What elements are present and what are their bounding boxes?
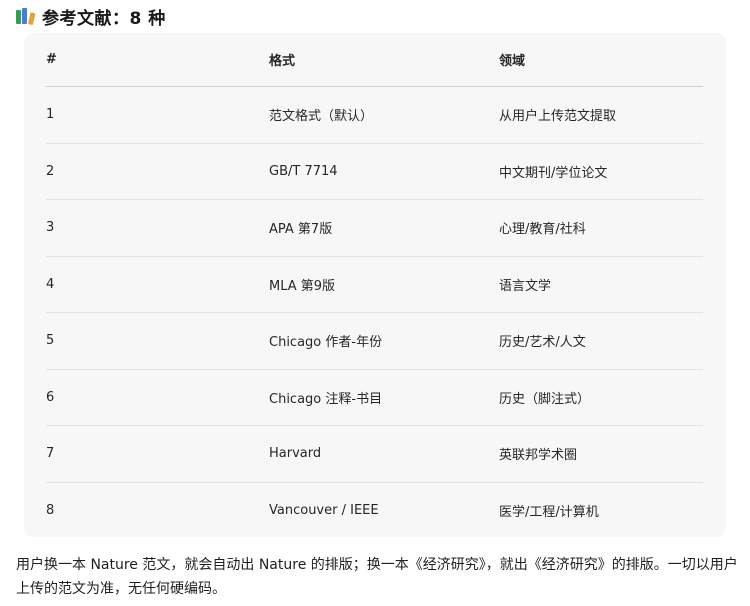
row-format: APA 第7版 [269, 222, 333, 238]
references-table-card: # 格式 领域 1 范文格式（默认） 从用户上传范文提取 2 GB/T 7714… [24, 33, 726, 537]
table-row: 6 Chicago 注释-书目 历史（脚注式） [46, 370, 703, 426]
row-domain: 医学/工程/计算机 [499, 504, 599, 520]
row-domain: 语言文学 [499, 278, 552, 294]
row-number: 2 [46, 163, 55, 179]
row-number: 3 [46, 220, 55, 236]
row-number: 8 [46, 502, 55, 518]
table-row: 5 Chicago 作者-年份 历史/艺术/人文 [46, 313, 703, 370]
row-domain: 英联邦学术圈 [499, 448, 578, 464]
row-format: Chicago 注释-书目 [269, 391, 383, 407]
row-domain: 中文期刊/学位论文 [499, 165, 608, 181]
row-domain: 从用户上传范文提取 [499, 109, 617, 125]
table-row: 8 Vancouver / IEEE 医学/工程/计算机 [46, 483, 703, 539]
row-format: Vancouver / IEEE [269, 502, 379, 518]
table-header-row: # 格式 领域 [46, 33, 703, 87]
table-row: 3 APA 第7版 心理/教育/社科 [46, 200, 703, 257]
section-heading: 参考文献：8 种 [16, 4, 166, 29]
column-header-domain: 领域 [499, 54, 526, 69]
row-number: 7 [46, 446, 55, 462]
row-number: 4 [46, 276, 55, 292]
row-number: 1 [46, 107, 55, 123]
section-title: 参考文献：8 种 [42, 8, 166, 29]
books-icon [16, 8, 36, 26]
row-format: MLA 第9版 [269, 278, 336, 294]
column-header-number: # [46, 52, 57, 67]
row-number: 5 [46, 333, 55, 349]
row-domain: 历史（脚注式） [499, 391, 591, 407]
table-row: 4 MLA 第9版 语言文学 [46, 257, 703, 313]
row-domain: 历史/艺术/人文 [499, 335, 586, 351]
row-format: Chicago 作者-年份 [269, 335, 383, 351]
references-table: # 格式 领域 1 范文格式（默认） 从用户上传范文提取 2 GB/T 7714… [46, 33, 703, 538]
row-format: 范文格式（默认） [269, 109, 374, 125]
table-row: 7 Harvard 英联邦学术圈 [46, 426, 703, 483]
row-number: 6 [46, 389, 55, 405]
table-row: 1 范文格式（默认） 从用户上传范文提取 [46, 87, 703, 144]
column-header-format: 格式 [269, 54, 296, 69]
row-format: Harvard [269, 446, 322, 462]
row-domain: 心理/教育/社科 [499, 222, 586, 238]
footer-paragraph: 用户换一本 Nature 范文，就会自动出 Nature 的排版；换一本《经济研… [16, 557, 738, 597]
table-row: 2 GB/T 7714 中文期刊/学位论文 [46, 144, 703, 200]
row-format: GB/T 7714 [269, 163, 338, 179]
